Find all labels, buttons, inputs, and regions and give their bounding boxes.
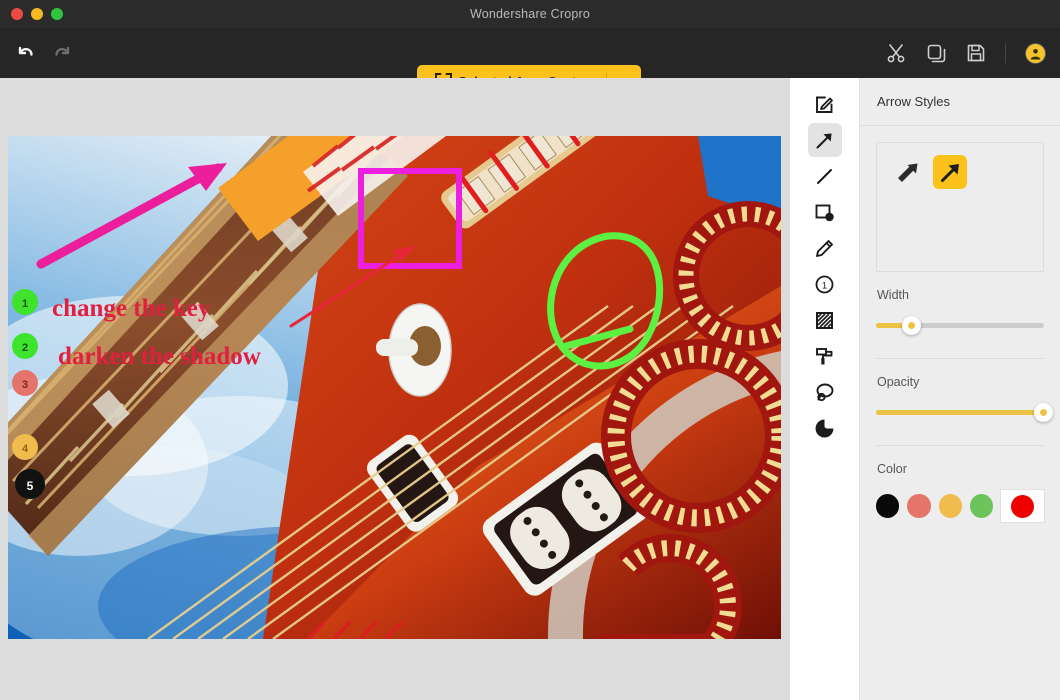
arrow-style-grid xyxy=(876,142,1044,272)
redo-icon[interactable] xyxy=(52,43,74,63)
svg-text:2: 2 xyxy=(22,342,28,354)
number-badge-icon: 1 xyxy=(814,274,835,295)
tool-pen[interactable] xyxy=(808,231,842,265)
color-swatch-0[interactable] xyxy=(876,494,899,518)
screenshot-image[interactable]: 1 2 3 4 5 change the key darken the shad… xyxy=(8,136,781,639)
properties-panel: Arrow Styles Width xyxy=(860,78,1060,700)
svg-text:5: 5 xyxy=(27,479,34,493)
tool-callout[interactable] xyxy=(808,375,842,409)
arrow-style-solid[interactable] xyxy=(891,155,925,189)
color-swatch-2[interactable] xyxy=(939,494,962,518)
tool-shape[interactable] xyxy=(808,195,842,229)
avatar[interactable] xyxy=(1025,43,1046,64)
svg-text:3: 3 xyxy=(22,379,28,391)
opacity-label: Opacity xyxy=(877,375,1044,389)
pencil-icon xyxy=(814,238,835,259)
opacity-slider[interactable] xyxy=(876,401,1044,423)
width-slider[interactable] xyxy=(876,314,1044,336)
undo-icon[interactable] xyxy=(14,43,36,63)
opacity-slider-fill xyxy=(876,410,1044,415)
svg-text:1: 1 xyxy=(822,280,827,291)
edit-square-icon xyxy=(814,94,835,115)
cut-icon[interactable] xyxy=(886,43,907,64)
paint-roller-icon xyxy=(814,346,835,367)
width-label: Width xyxy=(877,288,1044,302)
svg-text:darken the shadow: darken the shadow xyxy=(58,343,261,370)
canvas-area[interactable]: 1 2 3 4 5 change the key darken the shad… xyxy=(0,78,790,700)
tool-rail: 1 xyxy=(790,78,860,700)
sticker-icon xyxy=(814,418,835,439)
tool-sticker[interactable] xyxy=(808,411,842,445)
arrow-icon xyxy=(814,130,835,151)
color-swatch-3[interactable] xyxy=(970,494,993,518)
tool-number[interactable]: 1 xyxy=(808,267,842,301)
color-swatch-1[interactable] xyxy=(907,494,930,518)
selected-color-dot xyxy=(1011,495,1034,518)
tool-line[interactable] xyxy=(808,159,842,193)
tool-hatch[interactable] xyxy=(808,303,842,337)
top-toolbar: Selected Area Capture xyxy=(0,28,1060,78)
panel-title: Arrow Styles xyxy=(860,78,1060,126)
window-title: Wondershare Cropro xyxy=(0,7,1060,21)
arrow-style-filled[interactable] xyxy=(933,155,967,189)
panel-divider-1 xyxy=(876,358,1044,359)
shape-icon xyxy=(814,202,835,223)
color-swatch-selected[interactable] xyxy=(1001,490,1044,522)
svg-text:4: 4 xyxy=(22,443,29,455)
color-swatches xyxy=(876,490,1044,522)
hatch-pattern-icon xyxy=(814,310,835,331)
line-icon xyxy=(814,166,835,187)
tool-arrow[interactable] xyxy=(808,123,842,157)
color-label: Color xyxy=(877,462,1044,476)
svg-text:1: 1 xyxy=(22,298,28,310)
svg-text:change the key: change the key xyxy=(52,295,211,322)
width-slider-thumb[interactable] xyxy=(902,316,921,335)
toolbar-divider xyxy=(1005,43,1006,63)
copy-icon[interactable] xyxy=(926,43,947,64)
callout-bubble-icon xyxy=(814,382,835,403)
title-bar: Wondershare Cropro xyxy=(0,0,1060,28)
tool-roller[interactable] xyxy=(808,339,842,373)
tool-edit[interactable] xyxy=(808,87,842,121)
save-icon[interactable] xyxy=(966,43,986,63)
panel-divider-2 xyxy=(876,445,1044,446)
app-window: Wondershare Cropro xyxy=(0,0,1060,700)
opacity-slider-thumb[interactable] xyxy=(1034,403,1053,422)
